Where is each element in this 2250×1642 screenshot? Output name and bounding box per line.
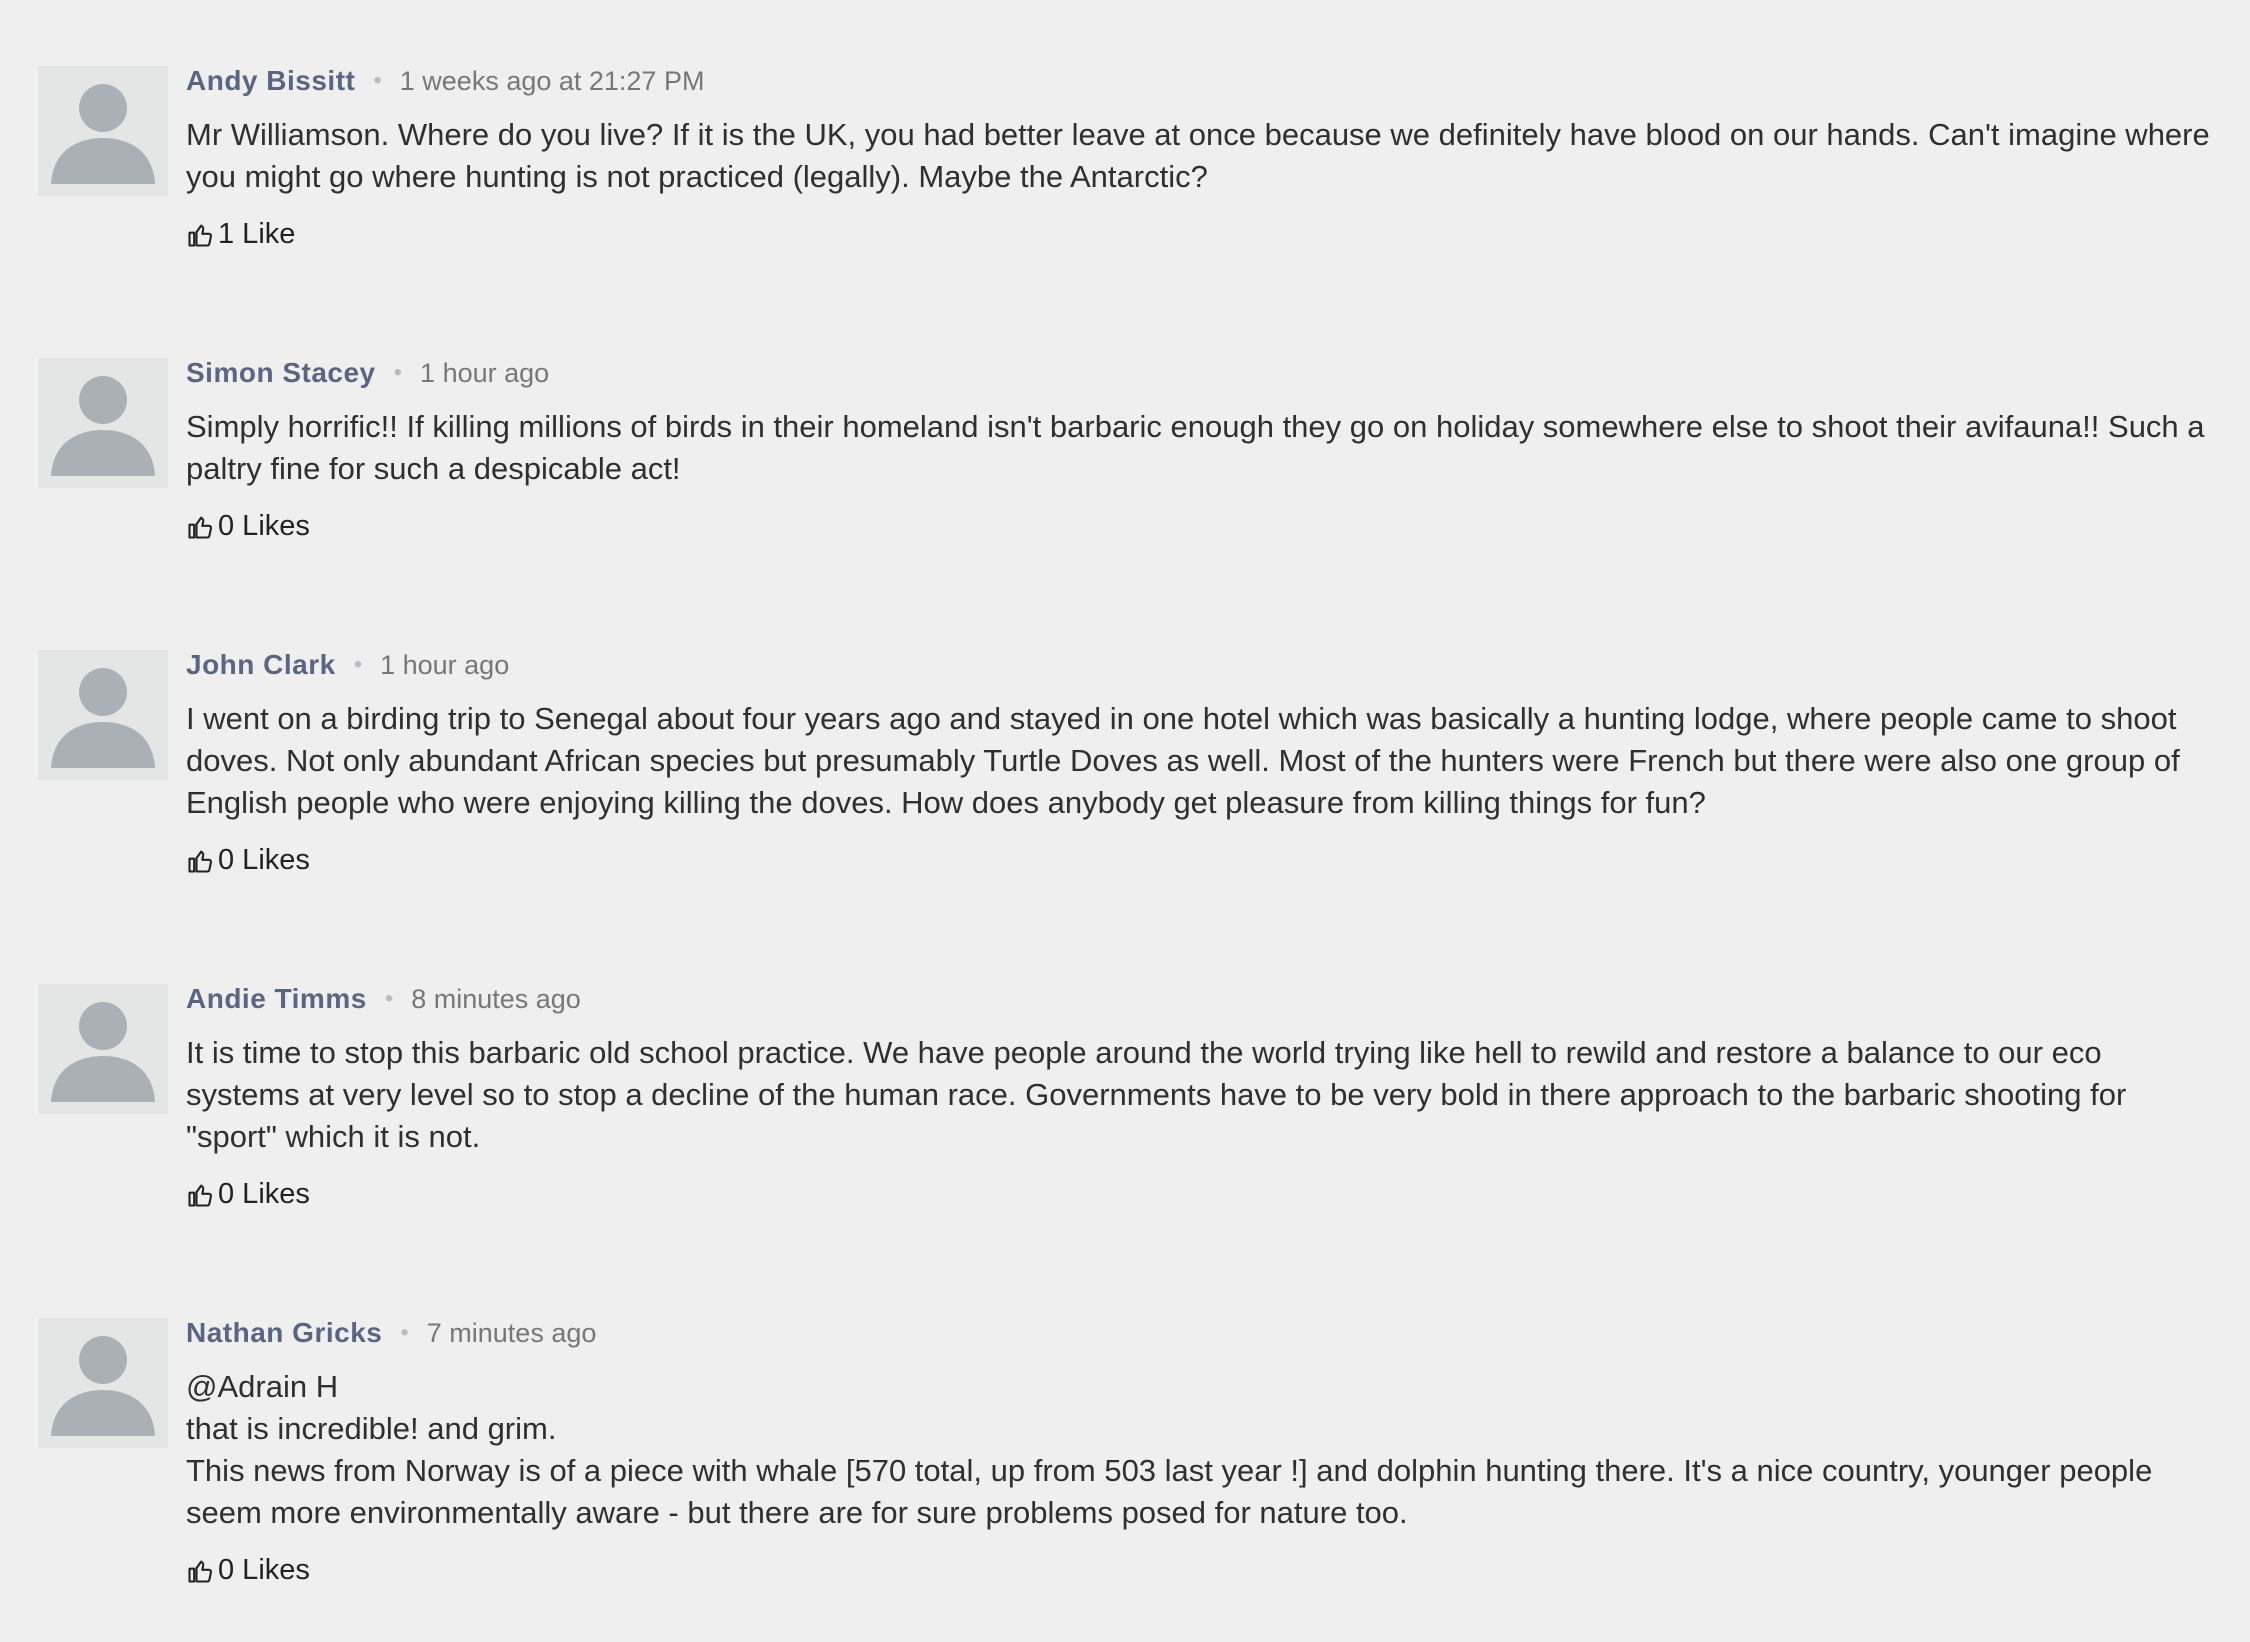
comment-timestamp[interactable]: 1 weeks ago at 21:27 PM [400,66,705,97]
comment-body: Andy Bissitt • 1 weeks ago at 21:27 PM M… [186,64,2218,254]
avatar[interactable] [38,984,168,1114]
comment-text: I went on a birding trip to Senegal abou… [186,698,2218,824]
like-count: 0 Likes [218,1178,310,1210]
comment-text-line: Simply horrific!! If killing millions of… [186,409,2205,486]
avatar[interactable] [38,1318,168,1448]
thumbs-up-icon [188,1560,213,1583]
thumbs-up-icon [188,1184,213,1207]
comment-text: Simply horrific!! If killing millions of… [186,406,2218,490]
comment-text-line: This news from Norway is of a piece with… [186,1453,2153,1530]
default-user-icon [51,1002,155,1102]
comment-text-line: It is time to stop this barbaric old sch… [186,1035,2127,1154]
comment-body: John Clark • 1 hour ago I went on a bird… [186,648,2218,880]
like-count: 0 Likes [218,510,310,542]
avatar[interactable] [38,66,168,196]
meta-separator: • [393,359,403,386]
author-name[interactable]: Andie Timms [186,983,367,1015]
meta-separator: • [373,67,382,94]
comment-timestamp[interactable]: 7 minutes ago [427,1318,597,1349]
like-button[interactable]: 1 Like [186,218,295,251]
comment-text-line: I went on a birding trip to Senegal abou… [186,701,2180,820]
meta-separator: • [400,1319,409,1346]
default-user-icon [51,1336,155,1436]
comment: Andy Bissitt • 1 weeks ago at 21:27 PM M… [38,64,2218,358]
like-button[interactable]: 0 Likes [186,844,310,877]
like-count: 0 Likes [218,844,310,876]
comment-timestamp[interactable]: 8 minutes ago [411,984,581,1015]
comment-text: Mr Williamson. Where do you live? If it … [186,114,2218,198]
default-user-icon [51,376,155,476]
comment-meta: John Clark • 1 hour ago [186,648,2218,682]
thumbs-up-icon [188,516,213,539]
comment-meta: Simon Stacey • 1 hour ago [186,356,2218,390]
comment: John Clark • 1 hour ago I went on a bird… [38,648,2218,984]
default-user-icon [51,668,155,768]
like-button[interactable]: 0 Likes [186,510,310,543]
comment-meta: Nathan Gricks • 7 minutes ago [186,1316,2218,1350]
thumbs-up-icon [188,224,213,247]
like-count: 0 Likes [218,1554,310,1586]
like-count: 1 Like [218,218,296,250]
comment-text: @Adrain H that is incredible! and grim. … [186,1366,2218,1534]
comment-body: Andie Timms • 8 minutes ago It is time t… [186,982,2218,1214]
comment: Andie Timms • 8 minutes ago It is time t… [38,982,2218,1318]
comment: Simon Stacey • 1 hour ago Simply horrifi… [38,356,2218,650]
comment-body: Nathan Gricks • 7 minutes ago @Adrain H … [186,1316,2218,1590]
comment-body: Simon Stacey • 1 hour ago Simply horrifi… [186,356,2218,546]
comment-meta: Andie Timms • 8 minutes ago [186,982,2218,1016]
meta-separator: • [384,985,394,1012]
comment: Nathan Gricks • 7 minutes ago @Adrain H … [38,1316,2218,1590]
comment-meta: Andy Bissitt • 1 weeks ago at 21:27 PM [186,64,2218,98]
like-button[interactable]: 0 Likes [186,1554,310,1587]
default-user-icon [51,84,155,184]
comment-list: Andy Bissitt • 1 weeks ago at 21:27 PM M… [38,64,2218,1590]
author-name[interactable]: Andy Bissitt [186,65,355,97]
meta-separator: • [353,651,363,678]
comment-timestamp[interactable]: 1 hour ago [420,358,549,389]
thumbs-up-icon [188,850,213,873]
comment-text: It is time to stop this barbaric old sch… [186,1032,2218,1158]
author-name[interactable]: John Clark [186,649,336,681]
comment-text-line: Mr Williamson. Where do you live? If it … [186,117,2210,194]
like-button[interactable]: 0 Likes [186,1178,310,1211]
comment-text-line: that is incredible! and grim. [186,1411,557,1446]
author-name[interactable]: Simon Stacey [186,357,376,389]
author-name[interactable]: Nathan Gricks [186,1317,382,1349]
comment-timestamp[interactable]: 1 hour ago [380,650,509,681]
comment-text-line: @Adrain H [186,1369,339,1404]
avatar[interactable] [38,650,168,780]
avatar[interactable] [38,358,168,488]
